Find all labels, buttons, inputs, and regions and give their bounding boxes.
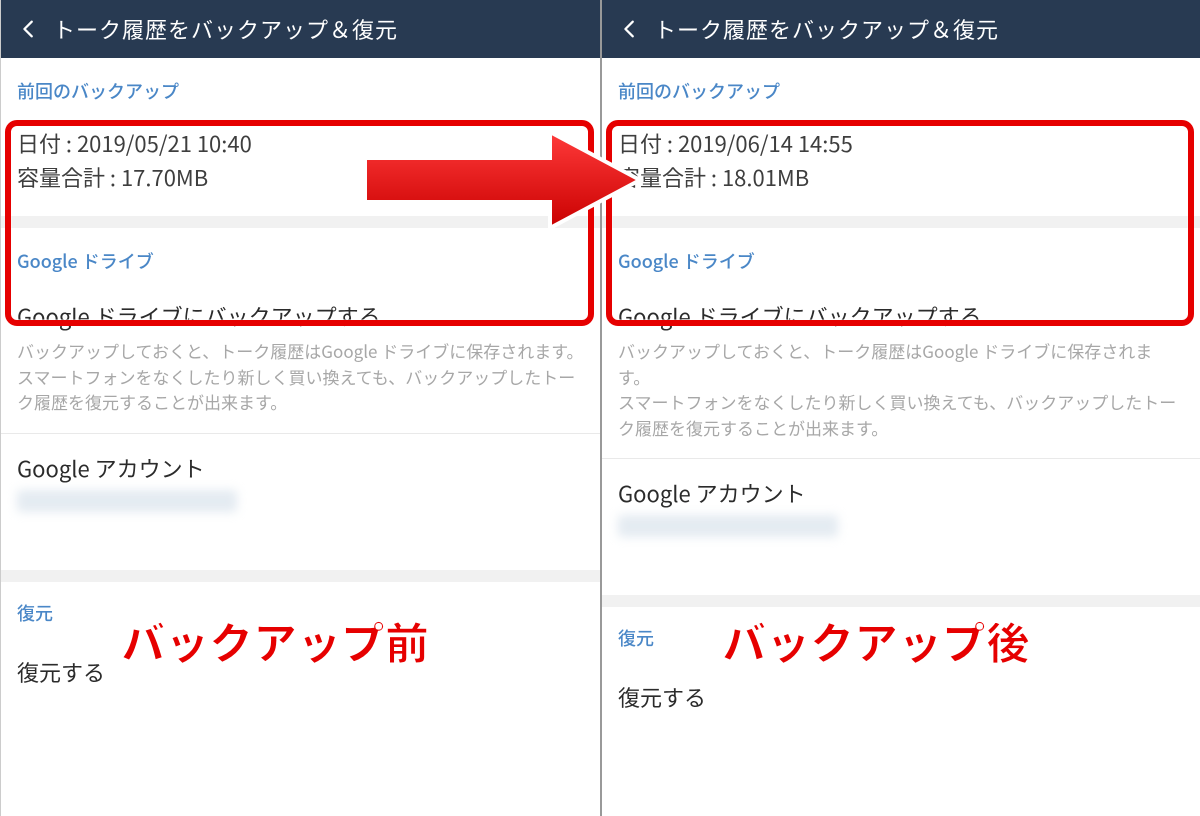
chevron-left-icon [18,18,40,40]
backup-date: 日付 : 2019/06/14 14:55 [618,126,1184,160]
app-header: トーク履歴をバックアップ＆復元 [602,0,1200,58]
gdrive-backup-desc: バックアップしておくと、トーク履歴はGoogle ドライブに保存されます。 スマ… [602,338,1200,458]
google-account-row[interactable]: Google アカウント [1,434,600,490]
backup-size: 容量合計 : 18.01MB [618,160,1184,194]
google-drive-label: Google ドライブ [602,228,1200,286]
google-drive-label: Google ドライブ [1,228,600,286]
google-account-value [602,515,1200,545]
app-header: トーク履歴をバックアップ＆復元 [1,0,600,58]
last-backup-label: 前回のバックアップ [602,58,1200,116]
restore-button[interactable]: 復元する [1,638,600,694]
gdrive-backup-desc: バックアップしておくと、トーク履歴はGoogle ドライブに保存されます。 スマ… [1,338,600,433]
header-title: トーク履歴をバックアップ＆復元 [654,13,999,45]
restore-label: 復元 [602,607,1200,663]
panel-after: トーク履歴をバックアップ＆復元 前回のバックアップ 日付 : 2019/06/1… [600,0,1200,816]
backup-info: 日付 : 2019/05/21 10:40 容量合計 : 17.70MB [1,116,600,216]
backup-size: 容量合計 : 17.70MB [17,160,584,194]
backup-info: 日付 : 2019/06/14 14:55 容量合計 : 18.01MB [602,116,1200,216]
chevron-left-icon [619,18,641,40]
gdrive-backup-button[interactable]: Google ドライブにバックアップする [602,286,1200,338]
gdrive-backup-button[interactable]: Google ドライブにバックアップする [1,286,600,338]
backup-date: 日付 : 2019/05/21 10:40 [17,126,584,160]
google-account-value [1,490,600,520]
google-account-row[interactable]: Google アカウント [602,459,1200,515]
panel-before: トーク履歴をバックアップ＆復元 前回のバックアップ 日付 : 2019/05/2… [0,0,600,816]
restore-button[interactable]: 復元する [602,663,1200,719]
back-button[interactable] [11,11,47,47]
last-backup-label: 前回のバックアップ [1,58,600,116]
restore-label: 復元 [1,582,600,638]
back-button[interactable] [612,11,648,47]
header-title: トーク履歴をバックアップ＆復元 [53,13,398,45]
